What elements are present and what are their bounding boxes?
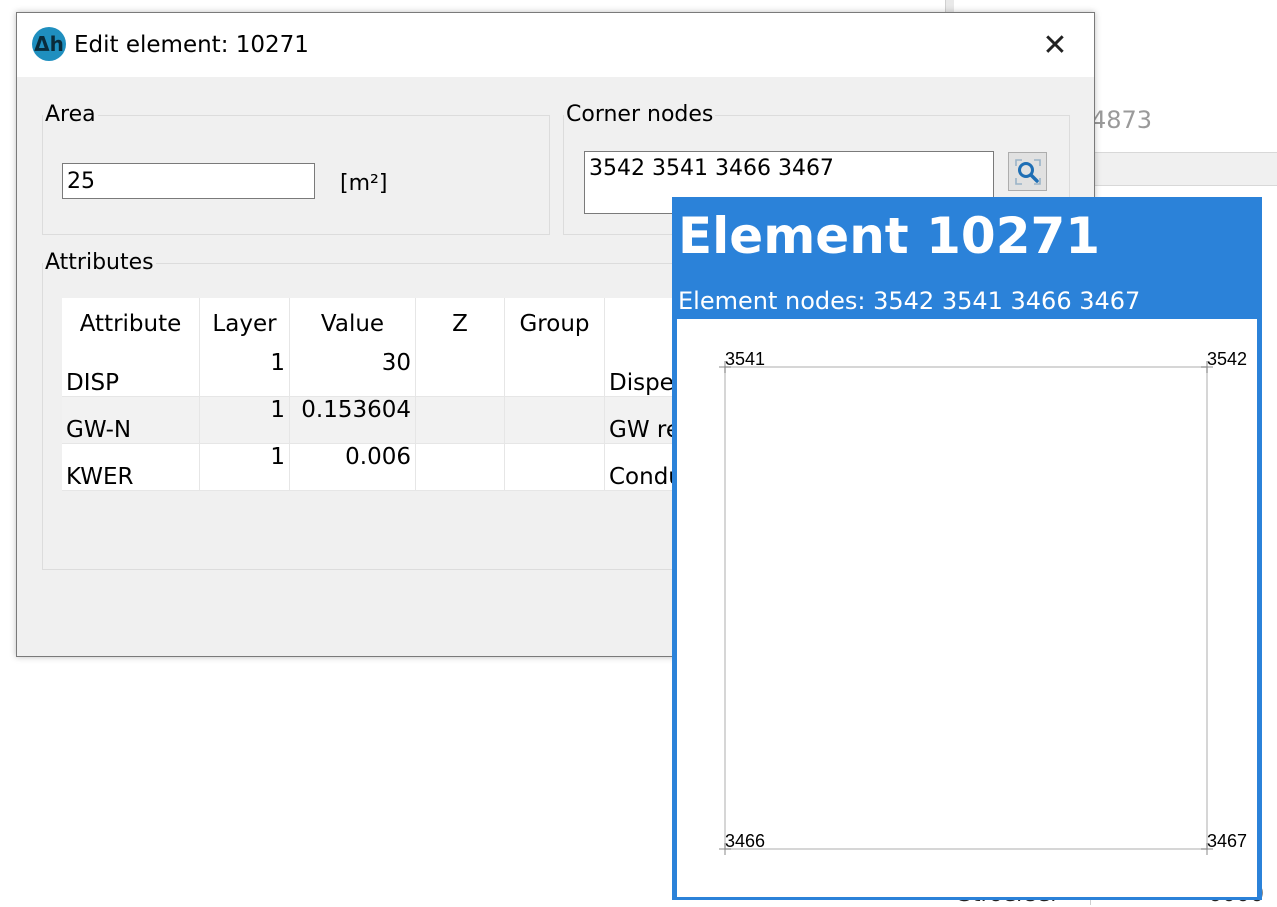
area-input[interactable] xyxy=(62,163,315,199)
column-header-attribute[interactable]: Attribute xyxy=(62,298,200,350)
element-preview-popup: Element 10271 Element nodes: 3542 3541 3… xyxy=(672,197,1262,900)
background-partial-text: 4873 xyxy=(1091,106,1153,134)
column-header-value[interactable]: Value xyxy=(289,298,416,350)
node-label-bottom-right: 3467 xyxy=(1207,831,1248,851)
cell-group[interactable] xyxy=(504,350,605,397)
cell-value[interactable]: 0.153604 xyxy=(289,396,416,444)
background-strip xyxy=(1091,152,1277,186)
popup-title: Element 10271 xyxy=(678,207,1101,265)
cell-value[interactable]: 30 xyxy=(289,350,416,397)
cell-group[interactable] xyxy=(504,396,605,444)
element-outline xyxy=(719,361,1213,855)
element-shape-canvas: 3541 3542 3466 3467 xyxy=(677,319,1257,897)
table-row[interactable]: GW-N 1 0.153604 GW re xyxy=(62,396,688,444)
area-unit-label: [m²] xyxy=(340,171,388,196)
cell-value[interactable]: 0.006 xyxy=(289,443,416,491)
cell-layer[interactable]: 1 xyxy=(199,350,290,397)
cell-z[interactable] xyxy=(415,350,505,397)
dialog-title: Edit element: 10271 xyxy=(74,32,309,58)
cell-z[interactable] xyxy=(415,443,505,491)
node-label-top-right: 3542 xyxy=(1207,349,1248,369)
cell-attribute[interactable]: KWER xyxy=(62,443,200,491)
magnifier-icon xyxy=(1014,158,1041,185)
dialog-titlebar: Δh Edit element: 10271 ✕ xyxy=(17,13,1094,77)
cell-group[interactable] xyxy=(504,443,605,491)
popup-subtitle: Element nodes: 3542 3541 3466 3467 xyxy=(678,287,1141,315)
node-label-bottom-left: 3466 xyxy=(725,831,766,851)
search-nodes-button[interactable] xyxy=(1008,152,1047,191)
close-button[interactable]: ✕ xyxy=(1037,27,1073,63)
area-group-label: Area xyxy=(43,102,98,127)
attributes-header-row: Attribute Layer Value Z Group xyxy=(62,298,688,350)
corner-nodes-group-label: Corner nodes xyxy=(564,102,716,127)
cell-attribute[interactable]: GW-N xyxy=(62,396,200,444)
cell-layer[interactable]: 1 xyxy=(199,443,290,491)
node-label-top-left: 3541 xyxy=(725,349,766,369)
column-header-z[interactable]: Z xyxy=(415,298,505,350)
app-logo-icon: Δh xyxy=(32,27,66,61)
column-header-group[interactable]: Group xyxy=(504,298,605,350)
attributes-group-label: Attributes xyxy=(43,250,156,275)
column-header-layer[interactable]: Layer xyxy=(199,298,290,350)
table-row[interactable]: DISP 1 30 Disper xyxy=(62,350,688,397)
cell-attribute[interactable]: DISP xyxy=(62,350,200,397)
table-row[interactable]: KWER 1 0.006 Condu xyxy=(62,443,688,491)
cell-layer[interactable]: 1 xyxy=(199,396,290,444)
cell-z[interactable] xyxy=(415,396,505,444)
attributes-table: Attribute Layer Value Z Group DISP 1 30 … xyxy=(62,298,688,491)
